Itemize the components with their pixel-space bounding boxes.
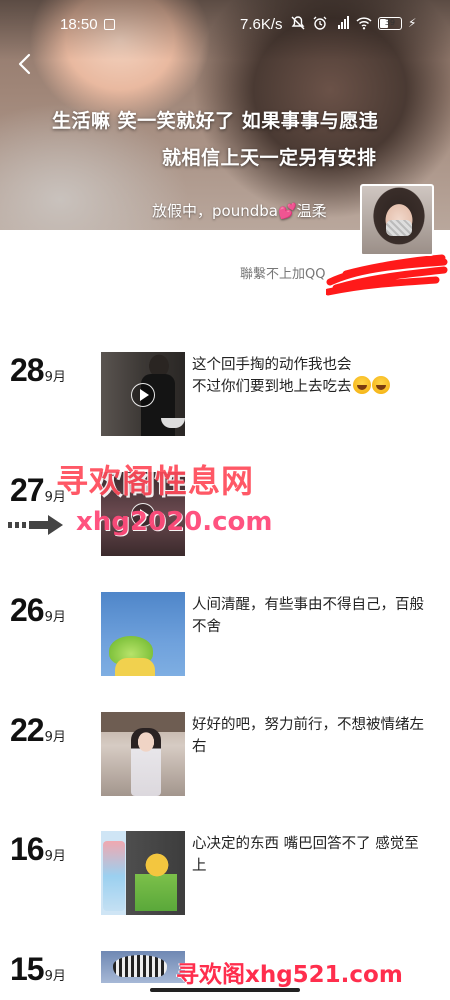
watermark-arrow-icon xyxy=(8,515,63,535)
date-day: 26 xyxy=(10,592,45,628)
photo-thumbnail[interactable] xyxy=(101,592,185,676)
moment-caption: 这个回手掏的动作我也会 不过你们要到地上去吃去 xyxy=(192,354,442,398)
photo-thumbnail[interactable] xyxy=(101,712,185,796)
caption-line: 上 xyxy=(192,858,207,874)
date-day: 22 xyxy=(10,712,45,748)
profile-signature: 放假中，poundba💕温柔 xyxy=(152,200,327,221)
status-bar: 18:50 7.6K/s 39 ⚡ xyxy=(0,14,450,36)
moment-date: 159月 xyxy=(10,951,66,988)
face-mask-graphic xyxy=(386,220,412,236)
thumbnail-side-image xyxy=(103,841,125,911)
battery-icon: 39 xyxy=(378,16,402,30)
wifi-icon xyxy=(356,17,372,30)
moment-date: 229月 xyxy=(10,712,66,749)
video-thumbnail[interactable] xyxy=(101,352,185,436)
caption-line-with-emoji: 不过你们要到地上去吃去 xyxy=(192,376,442,398)
date-day: 16 xyxy=(10,831,45,867)
gesture-bar[interactable] xyxy=(150,988,300,992)
caption-line: 这个回手掏的动作我也会 xyxy=(192,357,352,373)
watermark-footer: 寻欢阁xhg521.com xyxy=(176,962,403,988)
thumbnail-hat xyxy=(113,955,167,977)
moment-caption: 心决定的东西 嘴巴回答不了 感觉至 上 xyxy=(192,833,442,877)
watermark-site-name: 寻欢阁性息网 xyxy=(56,462,255,500)
moment-date: 289月 xyxy=(10,352,66,389)
date-month: 9月 xyxy=(44,730,66,745)
play-icon xyxy=(131,383,155,407)
avatar[interactable] xyxy=(360,184,434,256)
laughing-emoji-icon xyxy=(352,376,371,394)
cover-text-line-1: 生活嘛 笑一笑就好了 如果事事与愿违 xyxy=(52,110,379,132)
app-notification-icon xyxy=(104,19,115,30)
battery-level: 39 xyxy=(384,17,396,27)
moment-caption: 人间清醒，有些事由不得自己，百般 不舍 xyxy=(192,594,442,638)
hd-signal-icon xyxy=(338,16,349,29)
date-month: 9月 xyxy=(44,969,66,984)
moment-date: 269月 xyxy=(10,592,66,629)
back-arrow-icon[interactable] xyxy=(14,52,38,76)
photo-thumbnail[interactable] xyxy=(101,831,185,915)
caption-line: 心决定的东西 嘴巴回答不了 感觉至 xyxy=(192,836,419,852)
profile-bio: 聯繫不上加QQ xyxy=(240,267,326,282)
date-month: 9月 xyxy=(44,610,66,625)
signature-text: 放假中，poundba xyxy=(152,202,278,220)
caption-line: 不过你们要到地上去吃去 xyxy=(192,379,352,395)
thumbnail-cartoon-character xyxy=(135,849,177,911)
caption-line: 不舍 xyxy=(192,619,221,635)
date-day: 28 xyxy=(10,352,45,388)
charging-icon: ⚡ xyxy=(408,16,417,30)
alarm-icon xyxy=(313,16,327,30)
status-time: 18:50 xyxy=(60,16,98,33)
moment-caption: 好好的吧，努力前行，不想被情绪左 右 xyxy=(192,714,442,758)
thumbnail-fruit xyxy=(115,658,155,676)
caption-line: 右 xyxy=(192,739,207,755)
date-day: 15 xyxy=(10,951,45,987)
heart-icon: 💕 xyxy=(277,202,297,220)
redaction-scribble xyxy=(326,254,448,296)
network-speed: 7.6K/s xyxy=(240,16,283,33)
cover-text-line-2: 就相信上天一定另有安排 xyxy=(162,147,377,169)
photo-thumbnail[interactable] xyxy=(101,951,185,983)
caption-line: 好好的吧，努力前行，不想被情绪左 xyxy=(192,717,424,733)
caption-line: 人间清醒，有些事由不得自己，百般 xyxy=(192,597,424,613)
thumbnail-figure xyxy=(131,728,161,796)
date-day: 27 xyxy=(10,472,45,508)
signature-suffix: 温柔 xyxy=(296,202,327,220)
date-month: 9月 xyxy=(44,849,66,864)
laughing-emoji-icon xyxy=(371,376,390,394)
status-icons: 39 ⚡ xyxy=(290,15,416,31)
watermark-site-url: xhg2020.com xyxy=(76,507,273,537)
moment-date: 169月 xyxy=(10,831,66,868)
date-month: 9月 xyxy=(44,370,66,385)
mute-icon xyxy=(291,16,305,30)
